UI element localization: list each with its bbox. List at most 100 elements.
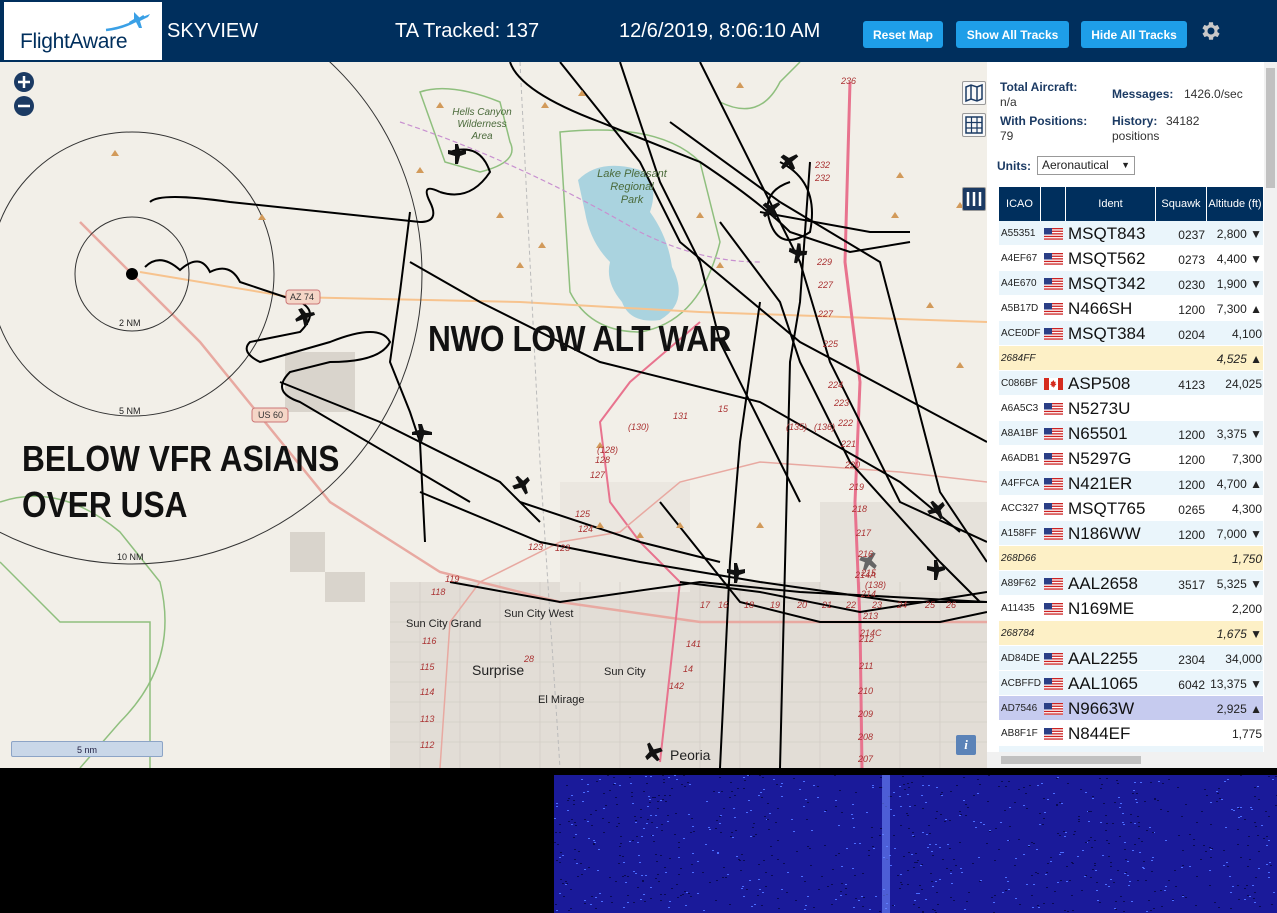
mile-marker-label: 236 [840, 76, 856, 86]
us-flag-icon [1044, 303, 1063, 315]
park-boundary [699, 62, 801, 110]
units-label: Units: [997, 159, 1031, 173]
squawk-cell: 3517 [1178, 578, 1205, 592]
column-header-flag[interactable] [1041, 187, 1066, 221]
mile-marker-label: 214A [854, 570, 876, 580]
mile-marker-label: 17 [700, 600, 711, 610]
altitude-cell: 34,000 [1209, 652, 1262, 666]
building [290, 532, 325, 572]
mile-marker-label: 124 [578, 524, 593, 534]
mile-marker-label: 227 [817, 309, 834, 319]
table-row[interactable]: ACC327 MSQT765 0265 4,300 [999, 496, 1263, 521]
column-header-ident[interactable]: Ident [1066, 187, 1156, 221]
zoom-in-icon[interactable] [13, 71, 35, 93]
table-row[interactable]: 268D66 1,750 [999, 546, 1263, 571]
map-canvas[interactable]: 2 NM 5 NM 10 NM Hells Canyon Wilderness … [0, 62, 987, 768]
grid-toggle-button[interactable] [962, 113, 986, 137]
receiver-location [126, 268, 138, 280]
mile-marker-label: 224 [827, 380, 843, 390]
columns-toggle-button[interactable] [962, 187, 986, 211]
icao-cell: A8A1BF [1001, 428, 1039, 439]
icao-cell: A158FF [1001, 528, 1037, 539]
aircraft-icon [448, 144, 466, 164]
mile-marker-label: 21 [821, 600, 832, 610]
squawk-cell: 0265 [1178, 503, 1205, 517]
place-label: Area [470, 131, 493, 142]
table-header: ICAO Ident Squawk Altitude (ft) [999, 187, 1263, 221]
table-row[interactable]: AB8F1F N844EF 1,775 [999, 721, 1263, 746]
table-row[interactable]: ACE0DF MSQT384 0204 4,100 [999, 321, 1263, 346]
table-row[interactable]: ACBFFD AAL1065 6042 13,375 ▼ [999, 671, 1263, 696]
icao-cell: ACE0DF [1001, 328, 1041, 339]
mile-marker-label: 214C [859, 628, 882, 638]
hide-all-tracks-button[interactable]: Hide All Tracks [1081, 21, 1187, 48]
gear-icon[interactable] [1198, 19, 1222, 43]
column-header-squawk[interactable]: Squawk [1156, 187, 1207, 221]
table-row[interactable]: 2684FF 4,525 ▲ [999, 346, 1263, 371]
map-layer-button[interactable] [962, 81, 986, 105]
map-view[interactable]: 2 NM 5 NM 10 NM Hells Canyon Wilderness … [0, 62, 987, 768]
table-row[interactable]: A11435 N169ME 2,200 [999, 596, 1263, 621]
altitude-value: 7,300 [1231, 452, 1262, 466]
road-shield-label: US 60 [258, 410, 283, 420]
altitude-value: 4,300 [1231, 502, 1262, 516]
aircraft-table: ICAO Ident Squawk Altitude (ft) A55351 MS… [999, 187, 1263, 768]
icao-cell: 2684FF [1001, 353, 1036, 364]
scrollbar-thumb[interactable] [1266, 68, 1275, 188]
table-row[interactable]: A4FFCA N421ER 1200 4,700 ▲ [999, 471, 1263, 496]
app-name: SKYVIEW [167, 20, 259, 42]
mile-marker-label: 28 [523, 654, 534, 664]
table-row[interactable]: AD84DE AAL2255 2304 34,000 [999, 646, 1263, 671]
ident-cell: N186WW [1068, 524, 1141, 543]
table-row[interactable]: A8A1BF N65501 1200 3,375 ▼ [999, 421, 1263, 446]
table-row[interactable]: C086BF ASP508 4123 24,025 [999, 371, 1263, 396]
ident-cell: AAL2255 [1068, 649, 1138, 668]
altitude-trend-icon: ▼ [1250, 627, 1262, 641]
icao-cell: A11435 [1001, 603, 1035, 614]
table-row[interactable]: A158FF N186WW 1200 7,000 ▼ [999, 521, 1263, 546]
flightaware-logo[interactable]: FlightAware [4, 2, 162, 60]
total-aircraft-value: n/a [1000, 95, 1017, 109]
squawk-cell: 1200 [1178, 528, 1205, 542]
ident-cell: AAL2658 [1068, 574, 1138, 593]
altitude-trend-icon: ▼ [1250, 252, 1262, 266]
vertical-scrollbar[interactable] [1264, 62, 1277, 752]
place-label: Wilderness [457, 119, 506, 130]
column-header-icao[interactable]: ICAO [999, 187, 1041, 221]
horizontal-scrollbar[interactable] [987, 752, 1277, 768]
logo-text: FlightAware [20, 30, 128, 53]
altitude-trend-icon: ▲ [1250, 702, 1262, 716]
show-all-tracks-button[interactable]: Show All Tracks [956, 21, 1069, 48]
units-select[interactable]: Aeronautical ▼ [1037, 156, 1135, 175]
table-row[interactable]: AD7546 N9663W 2,925 ▲ [999, 696, 1263, 721]
column-header-altitude[interactable]: Altitude (ft) [1207, 187, 1263, 221]
table-row[interactable]: A6ADB1 N5297G 1200 7,300 [999, 446, 1263, 471]
mile-marker-label: (130) [628, 422, 649, 432]
altitude-cell: 13,375 ▼ [1209, 677, 1262, 691]
table-row[interactable]: A6A5C3 N5273U [999, 396, 1263, 421]
us-flag-icon [1044, 578, 1063, 590]
zoom-out-icon[interactable] [13, 95, 35, 117]
table-row[interactable]: A89F62 AAL2658 3517 5,325 ▼ [999, 571, 1263, 596]
table-row[interactable]: A4E670 MSQT342 0230 1,900 ▼ [999, 271, 1263, 296]
mile-marker-label: (128) [597, 445, 618, 455]
us-flag-icon [1044, 653, 1063, 665]
altitude-trend-icon: ▼ [1250, 677, 1262, 691]
scrollbar-thumb[interactable] [1001, 756, 1141, 764]
altitude-trend-icon: ▼ [1250, 227, 1262, 241]
altitude-trend-icon: ▼ [1250, 527, 1262, 541]
mile-marker-label: 213 [862, 611, 878, 621]
place-label: Lake Pleasant [597, 168, 668, 180]
altitude-cell: 1,750 [1209, 552, 1262, 566]
mile-marker-label: 219 [848, 482, 864, 492]
table-row[interactable]: A5B17D N466SH 1200 7,300 ▲ [999, 296, 1263, 321]
squawk-cell: 4123 [1178, 378, 1205, 392]
table-row[interactable]: A4EF67 MSQT562 0273 4,400 ▼ [999, 246, 1263, 271]
boundary-line [0, 561, 151, 768]
info-button[interactable]: i [956, 735, 976, 755]
overlay-subtitle: OVER USA [22, 484, 188, 525]
table-row[interactable]: 268784 1,675 ▼ [999, 621, 1263, 646]
reset-map-button[interactable]: Reset Map [863, 21, 943, 48]
table-row[interactable]: A55351 MSQT843 0237 2,800 ▼ [999, 221, 1263, 246]
squawk-cell: 0273 [1178, 253, 1205, 267]
